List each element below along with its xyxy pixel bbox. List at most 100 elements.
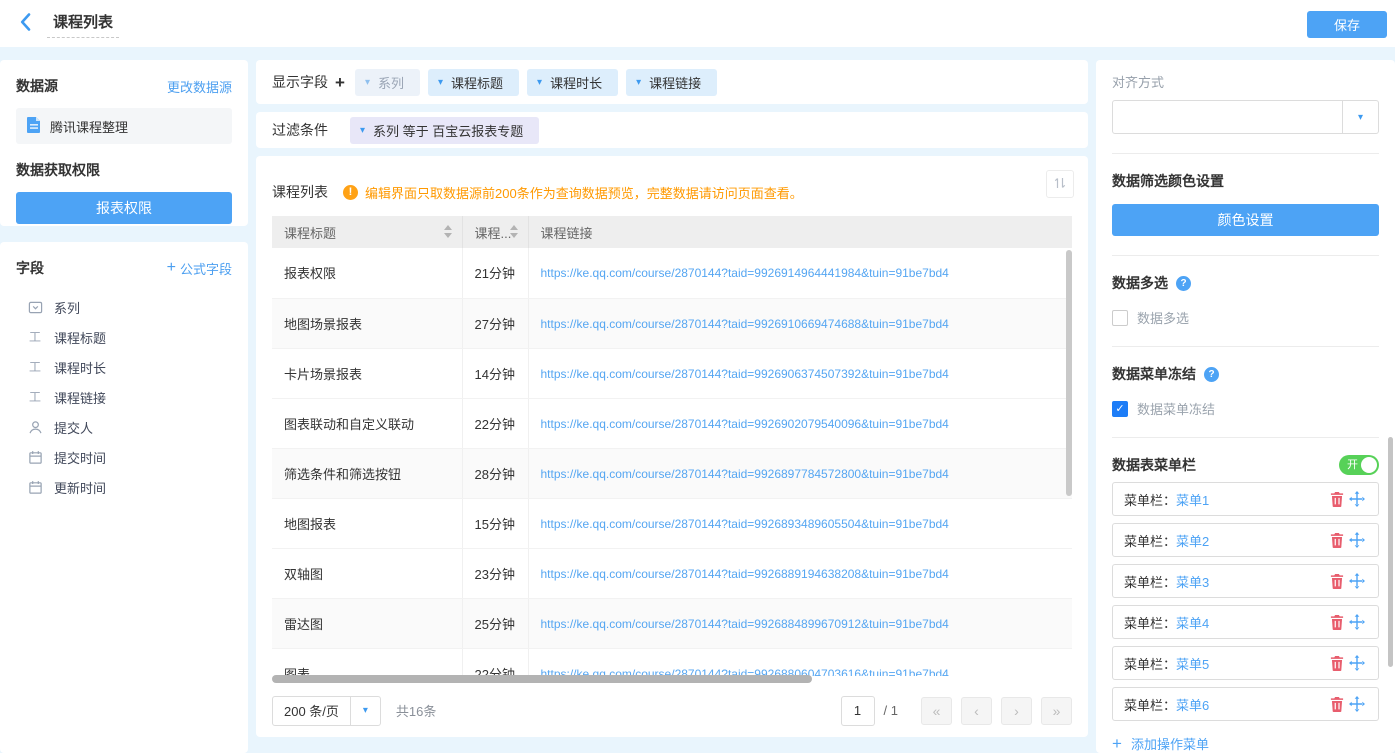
color-section-title: 数据筛选颜色设置 <box>1112 171 1379 191</box>
menu-item-菜单6[interactable]: 菜单栏：菜单6 <box>1112 687 1379 721</box>
cell-course-title: 图表 <box>272 648 462 676</box>
next-page-button[interactable]: › <box>1001 697 1032 725</box>
cell-course-duration: 23分钟 <box>462 548 528 598</box>
chevron-down-icon: ▾ <box>438 77 443 88</box>
formula-field-link[interactable]: +公式字段 <box>167 259 232 278</box>
filter-condition-chip[interactable]: ▾ 系列 等于 百宝云报表专题 <box>350 117 539 144</box>
back-button[interactable] <box>20 13 31 34</box>
column-header-duration[interactable]: 课程... <box>462 216 528 248</box>
delete-menu-icon[interactable] <box>1327 533 1347 548</box>
cell-course-duration: 28分钟 <box>462 448 528 498</box>
field-item-课程时长[interactable]: 工课程时长 <box>0 352 248 382</box>
menu-item-菜单3[interactable]: 菜单栏：菜单3 <box>1112 564 1379 598</box>
add-display-field-button[interactable]: + <box>335 74 345 91</box>
move-menu-icon[interactable] <box>1347 573 1367 589</box>
multi-select-option[interactable]: 数据多选 <box>1112 308 1379 327</box>
course-link[interactable]: https://ke.qq.com/course/2870144?taid=99… <box>541 567 949 581</box>
checkbox-checked[interactable]: ✓ <box>1112 401 1128 417</box>
display-field-chip-课程链接[interactable]: ▾课程链接 <box>626 69 717 96</box>
chip-label: 课程链接 <box>649 73 701 92</box>
delete-menu-icon[interactable] <box>1327 697 1347 712</box>
datasource-item[interactable]: 腾讯课程整理 <box>16 108 232 144</box>
move-menu-icon[interactable] <box>1347 532 1367 548</box>
page-title-editable[interactable]: 课程列表 <box>47 9 119 38</box>
table-header-row: 课程标题 课程... 课程链接 <box>272 216 1072 248</box>
cell-course-title: 雷达图 <box>272 598 462 648</box>
delete-menu-icon[interactable] <box>1327 492 1347 507</box>
move-menu-icon[interactable] <box>1347 696 1367 712</box>
first-page-button[interactable]: « <box>921 697 952 725</box>
filter-card: 过滤条件 ▾ 系列 等于 百宝云报表专题 <box>256 112 1088 148</box>
field-item-课程链接[interactable]: 工课程链接 <box>0 382 248 412</box>
move-menu-icon[interactable] <box>1347 491 1367 507</box>
display-field-chip-系列[interactable]: ▾系列 <box>355 69 420 96</box>
display-field-chip-课程时长[interactable]: ▾课程时长 <box>527 69 618 96</box>
menu-item-name[interactable]: 菜单2 <box>1176 531 1209 550</box>
toggle-knob <box>1361 457 1377 473</box>
menubar-toggle-on[interactable]: 开 <box>1339 455 1379 475</box>
horizontal-scrollbar[interactable] <box>272 675 1072 683</box>
menu-item-菜单5[interactable]: 菜单栏：菜单5 <box>1112 646 1379 680</box>
field-item-课程标题[interactable]: 工课程标题 <box>0 322 248 352</box>
menu-item-菜单4[interactable]: 菜单栏：菜单4 <box>1112 605 1379 639</box>
menu-item-name[interactable]: 菜单3 <box>1176 572 1209 591</box>
align-select[interactable]: ▾ <box>1112 100 1379 134</box>
delete-menu-icon[interactable] <box>1327 574 1347 589</box>
cell-course-link: https://ke.qq.com/course/2870144?taid=99… <box>528 348 1072 398</box>
checkbox-unchecked[interactable] <box>1112 310 1128 326</box>
help-icon[interactable]: ? <box>1204 367 1219 382</box>
sort-arrows-icon <box>1053 176 1067 193</box>
help-icon[interactable]: ? <box>1176 276 1191 291</box>
menu-item-name[interactable]: 菜单4 <box>1176 613 1209 632</box>
course-link[interactable]: https://ke.qq.com/course/2870144?taid=99… <box>541 417 949 431</box>
field-item-提交人[interactable]: 提交人 <box>0 412 248 442</box>
course-link[interactable]: https://ke.qq.com/course/2870144?taid=99… <box>541 367 949 381</box>
display-field-chip-课程标题[interactable]: ▾ 课程标题 <box>428 69 519 96</box>
cell-course-link: https://ke.qq.com/course/2870144?taid=99… <box>528 298 1072 348</box>
chevron-down-icon: ▾ <box>537 77 542 88</box>
text-field-icon: 工 <box>27 389 43 405</box>
delete-menu-icon[interactable] <box>1327 656 1347 671</box>
panel-scrollbar[interactable] <box>1388 437 1393 667</box>
freeze-option[interactable]: ✓ 数据菜单冻结 <box>1112 399 1379 418</box>
add-action-menu-link[interactable]: + 添加操作菜单 <box>1112 734 1379 753</box>
horizontal-scrollbar-thumb[interactable] <box>272 675 812 683</box>
plus-icon: + <box>167 260 176 276</box>
course-link[interactable]: https://ke.qq.com/course/2870144?taid=99… <box>541 617 949 631</box>
course-link[interactable]: https://ke.qq.com/course/2870144?taid=99… <box>541 467 949 481</box>
color-settings-button[interactable]: 颜色设置 <box>1112 204 1379 236</box>
field-item-更新时间[interactable]: 更新时间 <box>0 472 248 502</box>
move-menu-icon[interactable] <box>1347 655 1367 671</box>
sort-icon[interactable] <box>444 225 452 238</box>
vertical-scrollbar[interactable] <box>1066 250 1072 496</box>
last-page-button[interactable]: » <box>1041 697 1072 725</box>
menu-item-菜单1[interactable]: 菜单栏：菜单1 <box>1112 482 1379 516</box>
menu-item-name[interactable]: 菜单5 <box>1176 654 1209 673</box>
column-header-link[interactable]: 课程链接 <box>528 216 1072 248</box>
course-link[interactable]: https://ke.qq.com/course/2870144?taid=99… <box>541 317 949 331</box>
chip-label: 课程标题 <box>451 73 503 92</box>
menu-item-name[interactable]: 菜单1 <box>1176 490 1209 509</box>
table-row: 地图报表15分钟https://ke.qq.com/course/2870144… <box>272 498 1072 548</box>
course-link[interactable]: https://ke.qq.com/course/2870144?taid=99… <box>541 266 949 280</box>
sort-icon[interactable] <box>510 225 518 238</box>
move-menu-icon[interactable] <box>1347 614 1367 630</box>
column-header-title[interactable]: 课程标题 <box>272 216 462 248</box>
table-scroll-area[interactable]: 课程标题 课程... 课程链接 报表权限21分钟https://ke.qq.co… <box>272 216 1072 676</box>
chevron-down-icon: ▾ <box>360 125 365 136</box>
page-size-select[interactable]: 200 条/页 ▾ <box>272 696 381 726</box>
report-permission-button[interactable]: 报表权限 <box>16 192 232 224</box>
change-datasource-link[interactable]: 更改数据源 <box>167 77 232 96</box>
prev-page-button[interactable]: ‹ <box>961 697 992 725</box>
menu-item-菜单2[interactable]: 菜单栏：菜单2 <box>1112 523 1379 557</box>
column-reorder-button[interactable] <box>1046 170 1074 198</box>
page-number-input[interactable]: 1 <box>841 696 875 726</box>
delete-menu-icon[interactable] <box>1327 615 1347 630</box>
menu-item-name[interactable]: 菜单6 <box>1176 695 1209 714</box>
warning-text: 编辑界面只取数据源前200条作为查询数据预览，完整数据请访问页面查看。 <box>365 183 803 202</box>
field-item-系列[interactable]: 系列 <box>0 292 248 322</box>
save-button[interactable]: 保存 <box>1307 11 1387 38</box>
field-item-提交时间[interactable]: 提交时间 <box>0 442 248 472</box>
chevron-down-icon: ▾ <box>350 697 380 725</box>
course-link[interactable]: https://ke.qq.com/course/2870144?taid=99… <box>541 517 949 531</box>
